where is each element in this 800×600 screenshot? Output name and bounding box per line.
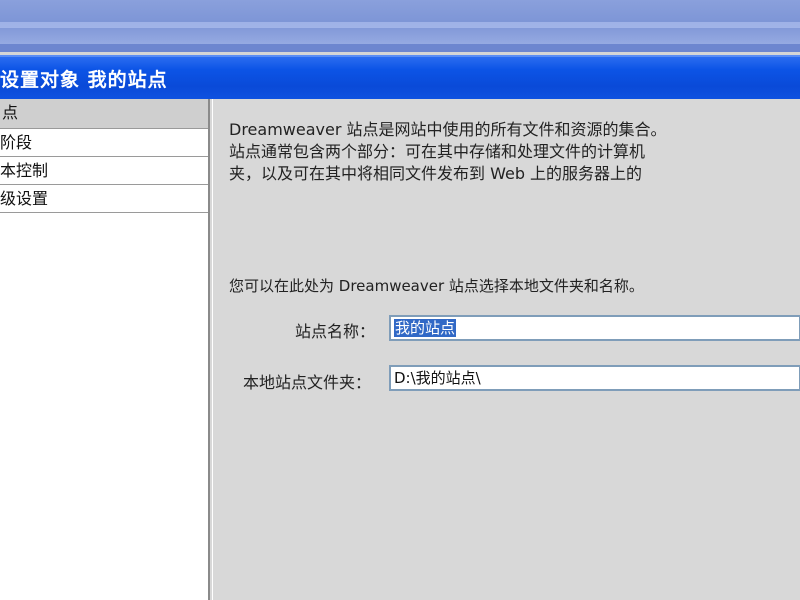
site-name-input[interactable]: 我的站点 — [389, 315, 800, 341]
local-folder-label: 本地站点文件夹： — [243, 373, 372, 392]
category-item-advanced-settings[interactable]: 级设置 — [0, 185, 208, 213]
site-settings-dialog: 点 阶段 本控制 级设置 Dreamweaver 站点是网站中使用的所有文件和资… — [0, 99, 800, 600]
site-description-text: Dreamweaver 站点是网站中使用的所有文件和资源的集合。 站点通常包含两… — [229, 120, 667, 183]
host-window-shadow — [0, 44, 800, 52]
settings-panel: Dreamweaver 站点是网站中使用的所有文件和资源的集合。 站点通常包含两… — [212, 99, 800, 600]
dialog-title: 设置对象 我的站点 — [0, 69, 168, 91]
site-name-label: 站点名称： — [295, 322, 376, 341]
category-item-server[interactable]: 阶段 — [0, 129, 208, 157]
category-item-version-control[interactable]: 本控制 — [0, 157, 208, 185]
category-item-site[interactable]: 点 — [0, 99, 208, 129]
category-list: 点 阶段 本控制 级设置 — [0, 99, 210, 600]
screen: 设置对象 我的站点 点 阶段 本控制 级设置 Dreamweaver 站点是网站… — [0, 0, 800, 600]
local-folder-value: D:\我的站点\ — [394, 369, 481, 387]
local-folder-input[interactable]: D:\我的站点\ — [389, 365, 800, 391]
host-window-sheen — [0, 22, 800, 28]
site-name-value: 我的站点 — [394, 319, 457, 337]
site-hint-text: 您可以在此处为 Dreamweaver 站点选择本地文件夹和名称。 — [229, 277, 644, 295]
dialog-titlebar[interactable]: 设置对象 我的站点 — [0, 55, 800, 99]
host-window-background — [0, 0, 800, 52]
